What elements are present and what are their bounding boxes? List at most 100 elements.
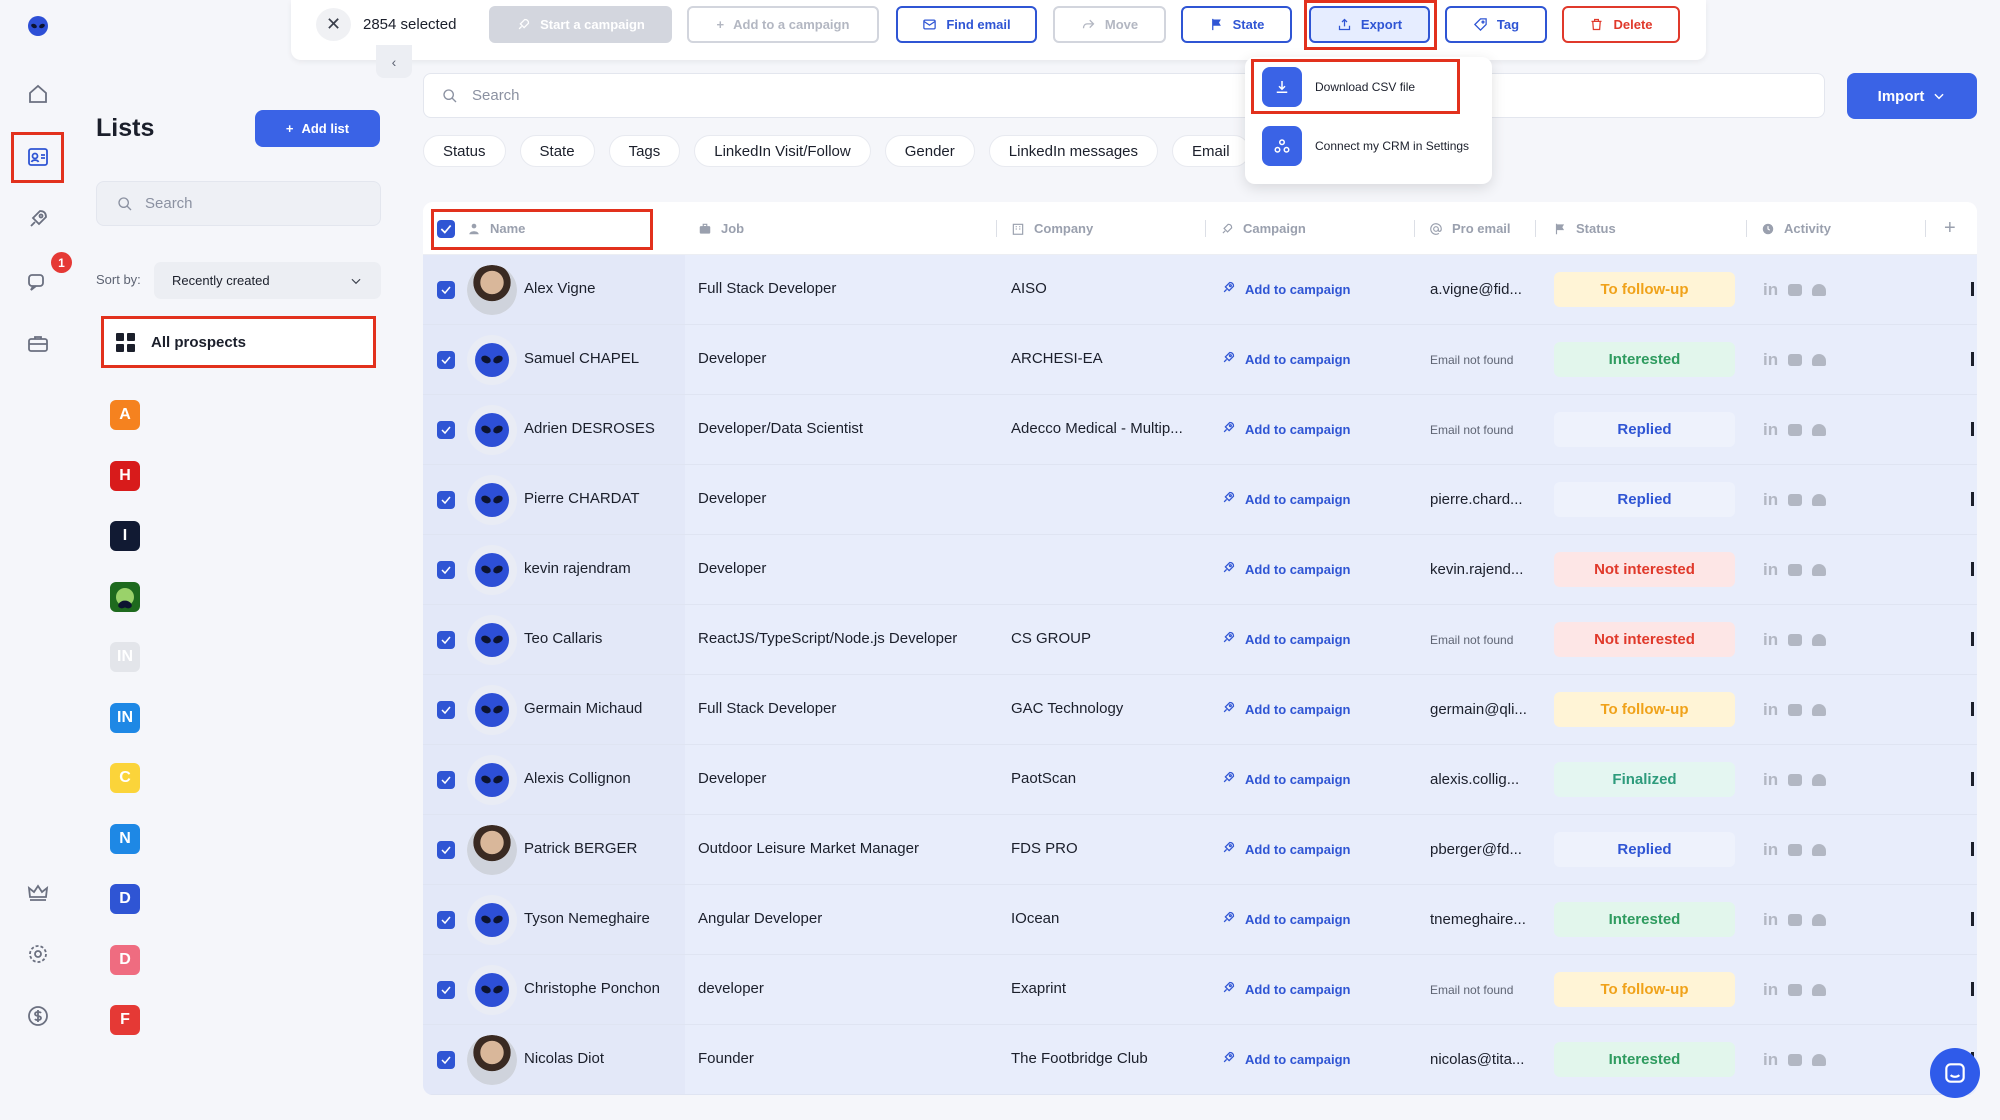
- row-checkbox[interactable]: [437, 981, 455, 999]
- add-to-campaign-link[interactable]: Add to campaign: [1221, 840, 1350, 858]
- support-chat-button[interactable]: [1930, 1048, 1980, 1098]
- prospects-search-input[interactable]: Search: [423, 73, 1825, 118]
- find-email-button[interactable]: Find email: [896, 6, 1037, 43]
- prospect-name[interactable]: Pierre CHARDAT: [524, 490, 640, 507]
- linkedin-icon[interactable]: in: [1763, 910, 1778, 930]
- avatar[interactable]: [467, 615, 517, 665]
- table-row[interactable]: kevin rajendram Developer Add to campaign k…: [423, 535, 1977, 605]
- select-all-checkbox[interactable]: [437, 202, 455, 255]
- row-checkbox[interactable]: [437, 561, 455, 579]
- row-checkbox[interactable]: [437, 1051, 455, 1069]
- message-icon[interactable]: [1788, 564, 1803, 576]
- add-to-campaign-link[interactable]: Add to campaign: [1221, 980, 1350, 998]
- delete-button[interactable]: Delete: [1562, 6, 1680, 43]
- gear-icon[interactable]: [22, 938, 54, 970]
- row-checkbox[interactable]: [437, 421, 455, 439]
- email-status-icon[interactable]: [1812, 984, 1827, 996]
- linkedin-icon[interactable]: in: [1763, 1050, 1778, 1070]
- table-row[interactable]: Alexis Collignon Developer PaotScan Add to …: [423, 745, 1977, 815]
- status-badge[interactable]: Replied: [1554, 412, 1735, 447]
- column-activity[interactable]: Activity: [1761, 202, 1831, 255]
- table-row[interactable]: Tyson Nemeghaire Angular Developer IOcean A…: [423, 885, 1977, 955]
- email-status-icon[interactable]: [1812, 284, 1827, 296]
- row-checkbox[interactable]: [437, 491, 455, 509]
- list-tile[interactable]: [110, 581, 140, 612]
- filter-chip[interactable]: LinkedIn messages: [988, 135, 1159, 167]
- email-status-icon[interactable]: [1812, 914, 1827, 926]
- filter-chip[interactable]: Tags: [608, 135, 681, 167]
- sort-select[interactable]: Recently created: [154, 262, 381, 299]
- add-to-campaign-link[interactable]: Add to campaign: [1221, 280, 1350, 298]
- prospect-name[interactable]: Christophe Ponchon: [524, 980, 660, 997]
- status-badge[interactable]: To follow-up: [1554, 692, 1735, 727]
- row-checkbox[interactable]: [437, 281, 455, 299]
- filter-chip[interactable]: LinkedIn Visit/Follow: [694, 135, 871, 167]
- tag-button[interactable]: Tag: [1445, 6, 1547, 43]
- row-checkbox[interactable]: [437, 911, 455, 929]
- linkedin-icon[interactable]: in: [1763, 420, 1778, 440]
- list-tile[interactable]: D: [110, 884, 140, 914]
- email-status-icon[interactable]: [1812, 774, 1827, 786]
- state-button[interactable]: State: [1181, 6, 1292, 43]
- column-job[interactable]: Job: [698, 202, 744, 255]
- crown-icon[interactable]: [22, 876, 54, 908]
- move-button[interactable]: Move: [1053, 6, 1166, 43]
- avatar[interactable]: [467, 685, 517, 735]
- message-icon[interactable]: [1788, 984, 1803, 996]
- prospect-name[interactable]: Tyson Nemeghaire: [524, 910, 650, 927]
- table-row[interactable]: Pierre CHARDAT Developer Add to campaign pi…: [423, 465, 1977, 535]
- linkedin-icon[interactable]: in: [1763, 490, 1778, 510]
- email-status-icon[interactable]: [1812, 844, 1827, 856]
- avatar[interactable]: [467, 475, 517, 525]
- email-status-icon[interactable]: [1812, 354, 1827, 366]
- message-icon[interactable]: [1788, 774, 1803, 786]
- list-tile[interactable]: F: [110, 1005, 140, 1035]
- status-badge[interactable]: Replied: [1554, 832, 1735, 867]
- table-row[interactable]: Germain Michaud Full Stack Developer GAC T…: [423, 675, 1977, 745]
- linkedin-icon[interactable]: in: [1763, 700, 1778, 720]
- table-row[interactable]: Patrick BERGER Outdoor Leisure Market Man…: [423, 815, 1977, 885]
- list-tile[interactable]: IN: [110, 702, 140, 733]
- row-checkbox[interactable]: [437, 351, 455, 369]
- prospect-name[interactable]: Alexis Collignon: [524, 770, 631, 787]
- prospect-name[interactable]: Germain Michaud: [524, 700, 642, 717]
- column-pro-email[interactable]: Pro email: [1429, 202, 1511, 255]
- table-row[interactable]: Adrien DESROSES Developer/Data Scientist A…: [423, 395, 1977, 465]
- add-list-button[interactable]: + Add list: [255, 110, 380, 147]
- prospect-name[interactable]: kevin rajendram: [524, 560, 631, 577]
- status-badge[interactable]: Interested: [1554, 902, 1735, 937]
- message-icon[interactable]: [1788, 844, 1803, 856]
- start-campaign-button[interactable]: Start a campaign: [489, 6, 672, 43]
- add-column-button[interactable]: +: [1944, 202, 1956, 255]
- message-icon[interactable]: [1788, 1054, 1803, 1066]
- message-icon[interactable]: [1788, 914, 1803, 926]
- row-checkbox[interactable]: [437, 771, 455, 789]
- add-to-campaign-link[interactable]: Add to campaign: [1221, 630, 1350, 648]
- column-status[interactable]: Status: [1553, 202, 1616, 255]
- linkedin-icon[interactable]: in: [1763, 630, 1778, 650]
- download-csv-option[interactable]: Download CSV file: [1262, 67, 1415, 107]
- linkedin-icon[interactable]: in: [1763, 350, 1778, 370]
- home-icon[interactable]: [22, 78, 54, 110]
- list-tile[interactable]: D: [110, 944, 140, 975]
- status-badge[interactable]: Interested: [1554, 1042, 1735, 1077]
- chat-icon[interactable]: [22, 266, 54, 298]
- table-row[interactable]: Nicolas Diot Founder The Footbridge Club Ad…: [423, 1025, 1977, 1095]
- email-status-icon[interactable]: [1812, 494, 1827, 506]
- email-status-icon[interactable]: [1812, 704, 1827, 716]
- table-row[interactable]: Teo Callaris ReactJS/TypeScript/Node.js D…: [423, 605, 1977, 675]
- avatar[interactable]: [467, 405, 517, 455]
- avatar[interactable]: [467, 965, 517, 1015]
- message-icon[interactable]: [1788, 284, 1803, 296]
- add-to-campaign-link[interactable]: Add to campaign: [1221, 770, 1350, 788]
- all-prospects-item[interactable]: All prospects: [101, 316, 376, 368]
- list-tile[interactable]: H: [110, 460, 140, 491]
- avatar[interactable]: [467, 825, 517, 875]
- list-tile[interactable]: C: [110, 763, 140, 793]
- add-to-campaign-link[interactable]: Add to campaign: [1221, 560, 1350, 578]
- prospect-name[interactable]: Nicolas Diot: [524, 1050, 604, 1067]
- status-badge[interactable]: Replied: [1554, 482, 1735, 517]
- import-button[interactable]: Import: [1847, 73, 1977, 119]
- linkedin-icon[interactable]: in: [1763, 770, 1778, 790]
- add-to-campaign-link[interactable]: Add to campaign: [1221, 700, 1350, 718]
